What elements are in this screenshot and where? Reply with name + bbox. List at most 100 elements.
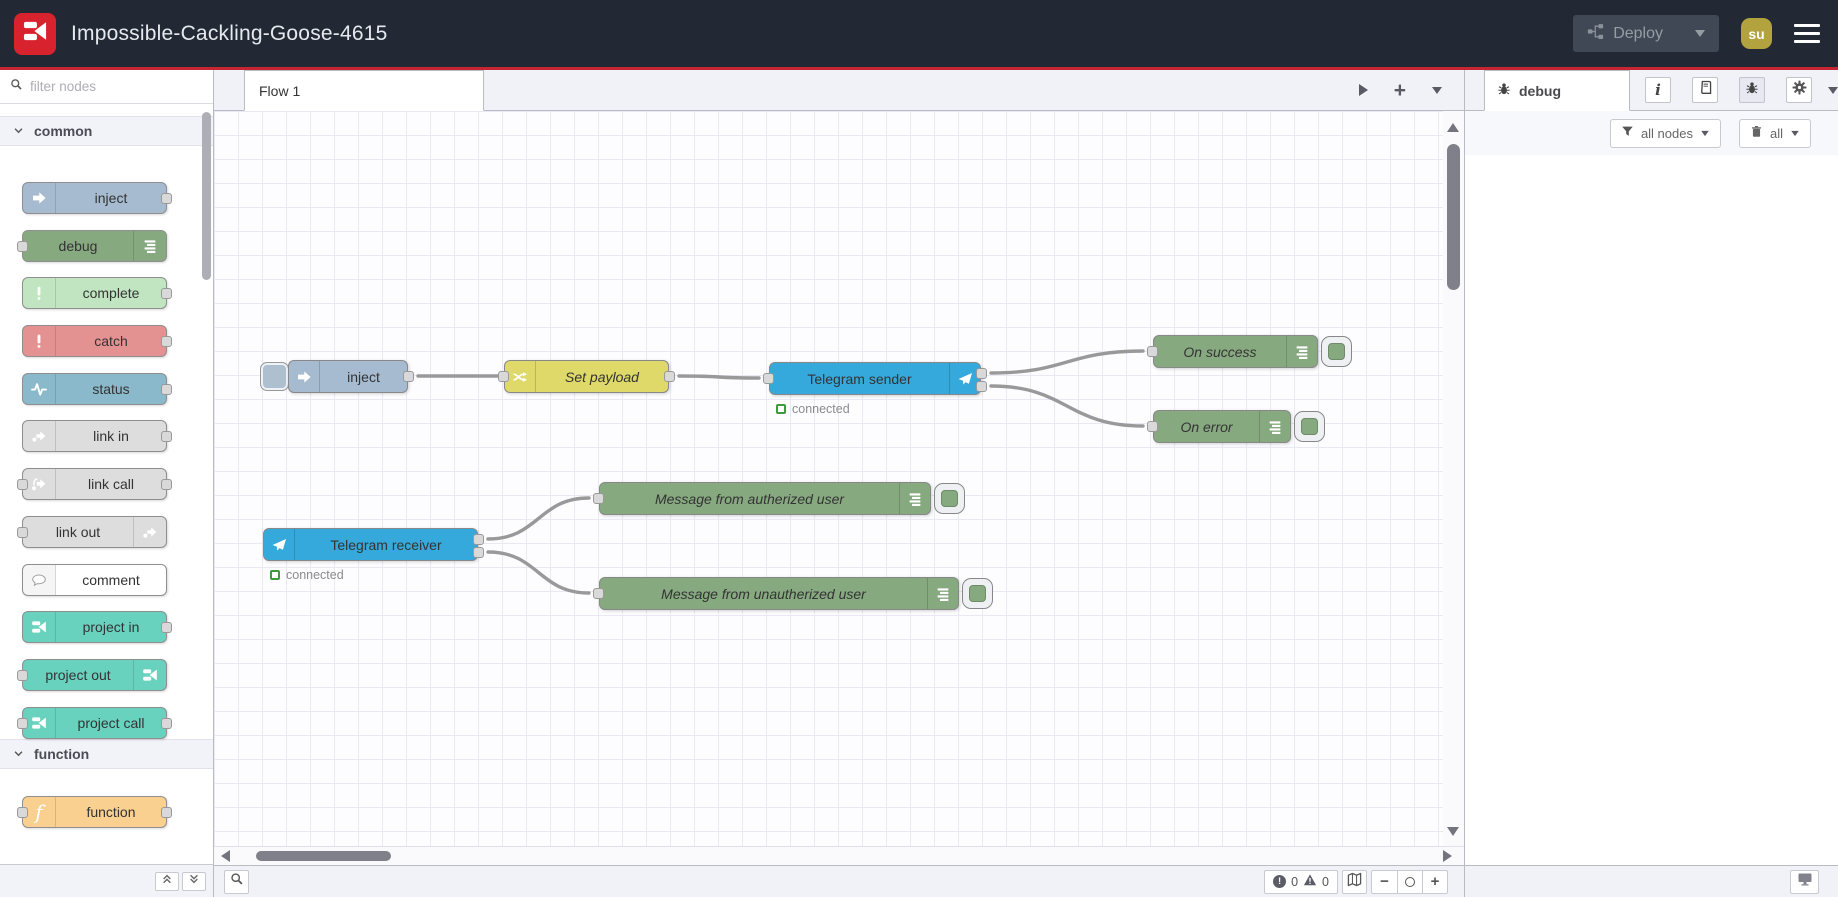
output-port[interactable] xyxy=(403,371,414,382)
clear-log-button[interactable]: all xyxy=(1738,118,1811,148)
flow-node-telegram-sender[interactable]: Telegram sender xyxy=(769,362,981,395)
expand-all-button[interactable] xyxy=(182,871,206,891)
palette-node-catch[interactable]: catch xyxy=(22,325,172,358)
wire[interactable] xyxy=(989,349,1145,375)
flow-node-set-payload[interactable]: Set payload xyxy=(504,360,669,393)
palette-node-status[interactable]: status xyxy=(22,372,172,405)
debug-enable-toggle[interactable] xyxy=(1294,411,1325,442)
flow-node-on-success[interactable]: On success xyxy=(1153,335,1318,368)
debug-enable-toggle[interactable] xyxy=(962,578,993,609)
output-port[interactable] xyxy=(161,806,172,818)
input-port[interactable] xyxy=(763,373,774,384)
wire[interactable] xyxy=(486,550,591,595)
palette-node-inject[interactable]: inject xyxy=(22,182,172,214)
flow-list-chevron-icon[interactable] xyxy=(1432,86,1442,94)
debug-enable-toggle[interactable] xyxy=(1321,336,1352,367)
debug-tab-button[interactable] xyxy=(1739,77,1765,103)
flow-node-msg-unauthorized[interactable]: Message from unautherized user xyxy=(599,577,959,610)
collapse-all-button[interactable] xyxy=(155,871,179,891)
debug-enable-toggle[interactable] xyxy=(934,483,965,514)
canvas-horizontal-scrollbar[interactable] xyxy=(214,846,1464,865)
flow-node-inject[interactable]: inject xyxy=(288,360,408,393)
open-debug-window-button[interactable] xyxy=(1790,869,1819,894)
tab-flow-1[interactable]: Flow 1 xyxy=(244,70,484,111)
output-port[interactable] xyxy=(473,547,484,558)
flow-node-on-error[interactable]: On error xyxy=(1153,410,1291,443)
output-port[interactable] xyxy=(161,193,172,204)
deploy-options-chevron-icon[interactable] xyxy=(1695,30,1705,37)
canvas-vertical-scrollbar[interactable] xyxy=(1443,111,1464,846)
palette-node-complete[interactable]: complete xyxy=(22,277,172,310)
vertical-scrollbar-thumb[interactable] xyxy=(1447,144,1460,290)
output-port[interactable] xyxy=(473,534,484,545)
scroll-left-arrow[interactable] xyxy=(221,850,230,862)
wire[interactable] xyxy=(989,384,1145,428)
output-port[interactable] xyxy=(976,368,987,379)
main-menu-button[interactable] xyxy=(1794,22,1820,46)
input-port[interactable] xyxy=(593,588,604,599)
add-flow-button[interactable]: + xyxy=(1394,80,1406,101)
palette-node-link-out[interactable]: link out xyxy=(17,515,167,548)
input-port[interactable] xyxy=(17,240,28,252)
input-port[interactable] xyxy=(17,669,28,681)
help-tab-button[interactable] xyxy=(1692,77,1718,103)
output-port[interactable] xyxy=(161,479,172,491)
palette-node-project-in[interactable]: project in xyxy=(22,611,172,644)
horizontal-scrollbar-thumb[interactable] xyxy=(256,851,391,861)
notifications-counter[interactable]: ! 0 0 xyxy=(1264,869,1338,894)
wire[interactable] xyxy=(677,374,761,380)
deploy-button[interactable]: Deploy xyxy=(1573,15,1719,52)
flow-node-msg-authorized[interactable]: Message from autherized user xyxy=(599,482,931,515)
output-port[interactable] xyxy=(161,336,172,348)
input-port[interactable] xyxy=(17,526,28,538)
tab-debug[interactable]: debug xyxy=(1484,70,1630,111)
output-port[interactable] xyxy=(976,381,987,392)
scroll-down-arrow[interactable] xyxy=(1447,827,1459,836)
palette-node-debug[interactable]: debug xyxy=(17,229,167,262)
scroll-right-arrow[interactable] xyxy=(1443,850,1452,862)
user-avatar[interactable]: su xyxy=(1741,18,1772,49)
input-port[interactable] xyxy=(17,806,28,818)
output-port[interactable] xyxy=(161,288,172,300)
palette-search[interactable] xyxy=(0,70,213,104)
zoom-in-button[interactable]: + xyxy=(1422,870,1447,893)
canvas-search-button[interactable] xyxy=(224,869,249,894)
palette-node-link-call[interactable]: link call xyxy=(17,468,172,501)
zoom-reset-button[interactable] xyxy=(1397,870,1422,893)
input-port[interactable] xyxy=(1147,421,1158,432)
input-port[interactable] xyxy=(1147,346,1158,357)
output-port[interactable] xyxy=(664,371,675,382)
flow-node-telegram-receiver[interactable]: Telegram receiver xyxy=(263,528,478,561)
sidebar-options-chevron-icon[interactable] xyxy=(1828,86,1838,94)
debug-message-list[interactable] xyxy=(1465,155,1838,865)
config-tab-button[interactable] xyxy=(1786,77,1812,103)
toggle-tab-visibility-icon[interactable] xyxy=(1358,84,1368,96)
palette-category-function[interactable]: function xyxy=(0,738,213,769)
input-port[interactable] xyxy=(17,717,28,729)
palette-node-project-out[interactable]: project out xyxy=(17,658,167,691)
output-port[interactable] xyxy=(161,717,172,729)
filter-nodes-button[interactable]: all nodes xyxy=(1609,118,1721,148)
wire[interactable] xyxy=(486,496,591,541)
palette-node-project-call[interactable]: project call xyxy=(17,706,172,739)
output-port[interactable] xyxy=(161,383,172,395)
palette-node-link-in[interactable]: link in xyxy=(22,420,172,453)
palette-node-function[interactable]: f function xyxy=(17,795,172,828)
zoom-out-button[interactable]: − xyxy=(1372,871,1397,893)
debug-toolbar: all nodes all xyxy=(1465,111,1838,155)
info-tab-button[interactable]: i xyxy=(1645,77,1671,103)
output-port[interactable] xyxy=(161,622,172,634)
flow-canvas[interactable]: inject Set payload Telegram sender connecte… xyxy=(214,111,1464,846)
palette-search-input[interactable] xyxy=(30,79,207,94)
input-port[interactable] xyxy=(498,371,509,382)
palette-category-common[interactable]: common xyxy=(0,116,213,146)
input-port[interactable] xyxy=(593,493,604,504)
inject-trigger-button[interactable] xyxy=(260,362,289,391)
palette-node-comment[interactable]: comment xyxy=(22,563,167,596)
minimap-button[interactable] xyxy=(1342,869,1367,894)
palette-scrollbar-thumb[interactable] xyxy=(202,112,211,280)
input-port[interactable] xyxy=(17,479,28,491)
toggle-state xyxy=(1301,418,1318,435)
scroll-up-arrow[interactable] xyxy=(1447,123,1459,132)
output-port[interactable] xyxy=(161,431,172,443)
